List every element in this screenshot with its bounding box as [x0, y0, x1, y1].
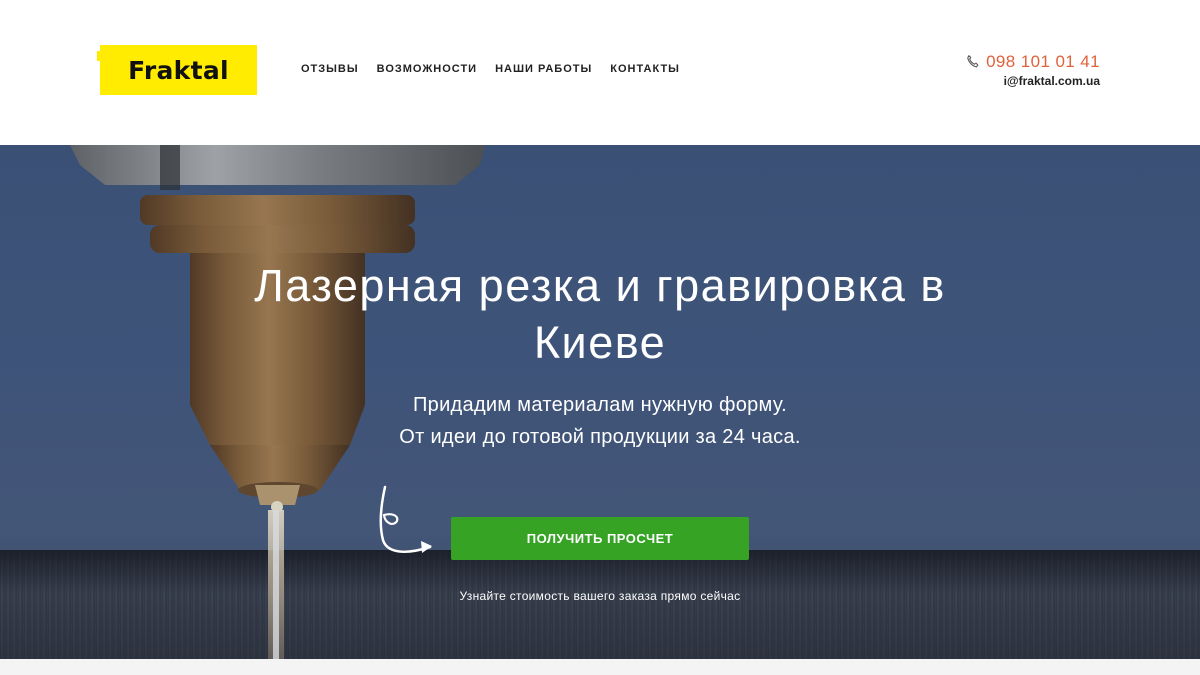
- phone-row: 098 101 01 41: [964, 52, 1100, 72]
- hero-title: Лазерная резка и гравировка в Киеве: [254, 260, 946, 368]
- curly-arrow-icon: [379, 485, 432, 553]
- get-quote-button[interactable]: ПОЛУЧИТЬ ПРОСЧЕТ: [451, 517, 749, 560]
- hero-subtitle-line-2: От идеи до готовой продукции за 24 часа.: [399, 426, 801, 448]
- contact-block: 098 101 01 41 i@fraktal.com.ua: [964, 52, 1100, 88]
- hero-subtitle: Придадим материалам нужную форму. От иде…: [300, 389, 900, 453]
- main-nav: ОТЗЫВЫ ВОЗМОЖНОСТИ НАШИ РАБОТЫ КОНТАКТЫ: [301, 63, 680, 75]
- email-link[interactable]: i@fraktal.com.ua: [964, 74, 1100, 88]
- phone-link[interactable]: 098 101 01 41: [986, 52, 1100, 72]
- logo-text: Fraktal: [128, 55, 229, 85]
- cta-note: Узнайте стоимость вашего заказа прямо се…: [459, 589, 741, 603]
- nav-link-reviews[interactable]: ОТЗЫВЫ: [301, 63, 359, 75]
- nav-link-contacts[interactable]: КОНТАКТЫ: [610, 63, 680, 75]
- hero-section: Лазерная резка и гравировка в Киеве Прид…: [0, 145, 1200, 659]
- page-bottom-strip: [0, 659, 1200, 675]
- site-header: Fraktal ОТЗЫВЫ ВОЗМОЖНОСТИ НАШИ РАБОТЫ К…: [0, 0, 1200, 145]
- hero-subtitle-line-1: Придадим материалам нужную форму.: [412, 394, 787, 416]
- logo[interactable]: Fraktal: [97, 45, 257, 95]
- phone-icon: [967, 55, 979, 68]
- nav-link-works[interactable]: НАШИ РАБОТЫ: [495, 63, 592, 75]
- nav-link-features[interactable]: ВОЗМОЖНОСТИ: [377, 63, 477, 75]
